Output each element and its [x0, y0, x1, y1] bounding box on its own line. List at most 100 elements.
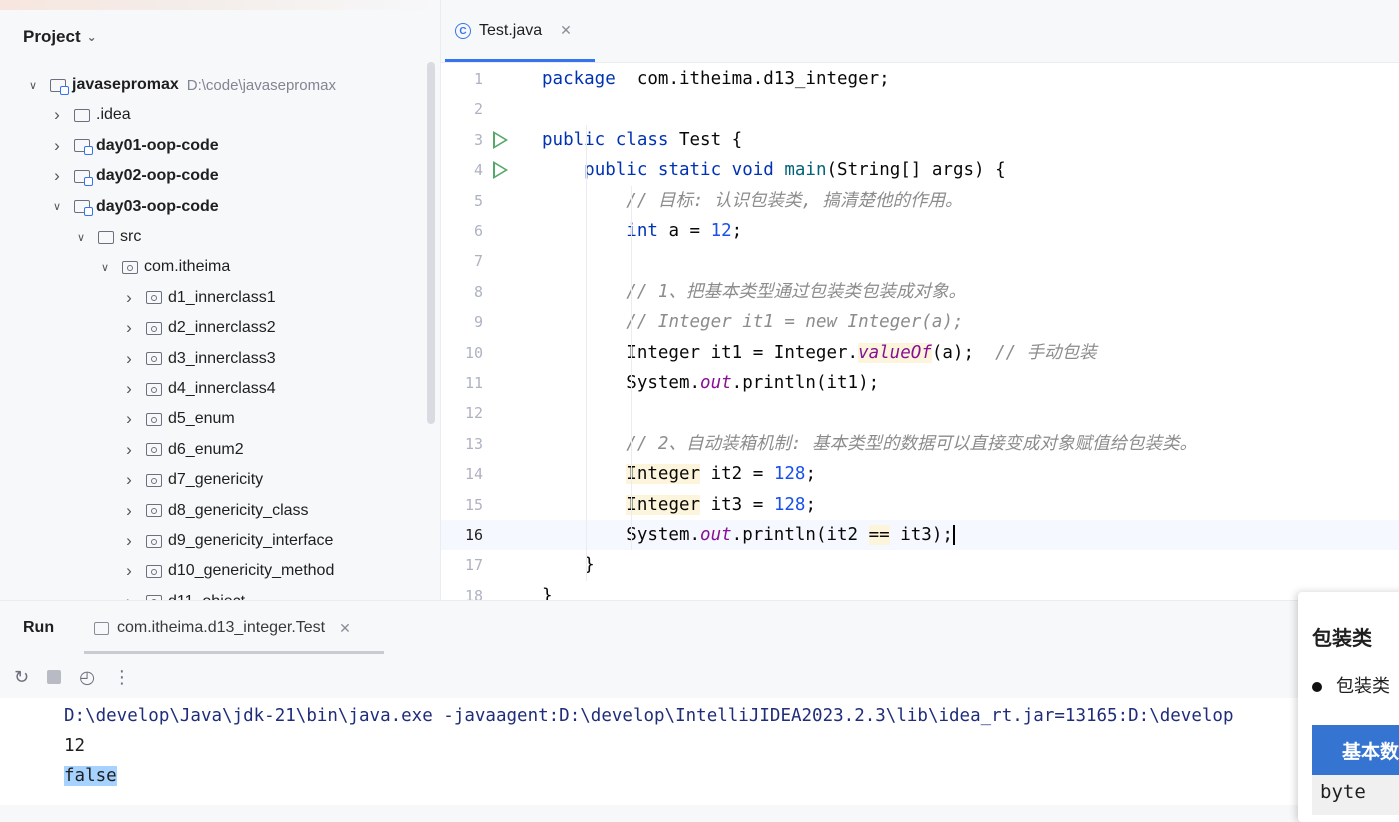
code-text: int a = 12; [542, 216, 742, 246]
chevron-right-icon[interactable]: › [122, 470, 136, 490]
tree-item-label: d2_innerclass2 [168, 319, 276, 337]
tree-item-label: day01-oop-code [96, 136, 219, 154]
chevron-right-icon[interactable]: › [122, 531, 136, 551]
package-icon [146, 352, 162, 366]
tab-test-java[interactable]: C Test.java ✕ [455, 22, 572, 62]
project-tree-scrollbar[interactable] [427, 62, 435, 424]
run-config-tab[interactable]: com.itheima.d13_integer.Test ✕ [94, 619, 351, 637]
rerun-icon[interactable]: ↻ [14, 667, 29, 688]
code-text: System.out.println(it2 == it3); [542, 520, 955, 550]
chevron-right-icon[interactable]: › [122, 440, 136, 460]
console-output[interactable]: D:\develop\Java\jdk-21\bin\java.exe -jav… [0, 698, 1300, 805]
overlay-cell-text: byte [1320, 781, 1366, 803]
chevron-right-icon[interactable]: › [50, 166, 64, 186]
chevron-right-icon[interactable]: › [122, 592, 136, 600]
code-text: Integer it3 = 128; [542, 490, 816, 520]
project-view-selector[interactable]: Project ⌄ [23, 27, 97, 47]
chevron-right-icon[interactable]: › [122, 409, 136, 429]
code-token: == [868, 525, 890, 545]
chevron-down-icon[interactable]: ∨ [50, 200, 64, 213]
package-icon [146, 564, 162, 578]
project-title: Project [23, 27, 81, 46]
code-token: // 手动包装 [995, 342, 1097, 363]
run-toolbar: ↻ ◴ ⋮ [14, 665, 131, 689]
close-tab-icon[interactable]: ✕ [560, 22, 572, 39]
chevron-down-icon[interactable]: ∨ [98, 261, 112, 274]
module-folder-icon [74, 200, 93, 217]
code-line: 5 // 目标: 认识包装类, 搞清楚他的作用。 [441, 186, 1399, 216]
code-token: } [542, 585, 553, 600]
code-token: 128 [773, 464, 806, 485]
chevron-right-icon[interactable]: › [122, 349, 136, 369]
chevron-right-icon[interactable]: › [122, 318, 136, 338]
tree-item[interactable]: › .idea [50, 100, 131, 130]
close-run-tab-icon[interactable]: ✕ [339, 620, 351, 637]
line-number: 17 [464, 556, 483, 575]
tree-item-label: .idea [96, 106, 131, 124]
tree-item[interactable]: › d10_genericity_method [122, 556, 334, 586]
code-line: 18} [441, 581, 1399, 600]
code-line: 11 System.out.println(it1); [441, 368, 1399, 398]
line-number: 7 [473, 252, 483, 271]
line-number: 5 [473, 191, 483, 210]
code-line: 17 } [441, 550, 1399, 580]
tree-item-label: d1_innerclass1 [168, 288, 276, 306]
chevron-right-icon[interactable]: › [122, 561, 136, 581]
tree-item[interactable]: › d4_innerclass4 [122, 374, 275, 404]
tree-item[interactable]: › d11_object [122, 587, 245, 600]
line-number: 3 [473, 130, 483, 149]
tree-item[interactable]: › d5_enum [122, 404, 235, 434]
code-token: valueOf [858, 342, 932, 363]
chevron-right-icon[interactable]: › [122, 501, 136, 521]
code-line: 14 Integer it2 = 128; [441, 459, 1399, 489]
package-icon [146, 291, 162, 305]
stop-icon[interactable] [47, 670, 62, 684]
code-token: ; [731, 221, 743, 241]
code-text: } [542, 581, 553, 600]
run-title: Run [23, 619, 55, 636]
tree-item[interactable]: › day01-oop-code [50, 131, 219, 161]
line-number: 1 [473, 70, 483, 88]
line-number: 16 [464, 526, 483, 544]
code-text: Integer it2 = 128; [542, 459, 816, 489]
chevron-right-icon[interactable]: › [50, 136, 64, 156]
package-icon [146, 321, 162, 335]
run-tool-window: Run com.itheima.d13_integer.Test ✕ ↻ ◴ ⋮… [0, 600, 1399, 805]
tree-item[interactable]: › d7_genericity [122, 465, 263, 495]
tree-item-label: src [120, 228, 142, 245]
tree-item[interactable]: › d3_innerclass3 [122, 344, 275, 374]
run-gutter-icon[interactable] [493, 161, 508, 180]
chevron-down-icon[interactable]: ∨ [74, 231, 88, 244]
project-panel: Project ⌄ ∨ javasepromax D:\code\javasepro… [0, 0, 440, 600]
chevron-down-icon[interactable]: ⌄ [87, 30, 97, 44]
code-token: (a); [931, 342, 996, 363]
tree-item[interactable]: › day02-oop-code [50, 161, 219, 191]
code-token: // 目标: 认识包装类, 搞清楚他的作用。 [626, 190, 963, 211]
module-folder-icon [74, 169, 93, 186]
tree-item[interactable]: ∨ src [74, 222, 141, 252]
line-number: 9 [473, 313, 483, 332]
tree-item[interactable]: › d1_innerclass1 [122, 283, 276, 313]
tree-item[interactable]: ∨ com.itheima [98, 252, 230, 282]
line-number: 18 [464, 586, 483, 600]
chevron-down-icon[interactable]: ∨ [26, 79, 40, 92]
tree-item[interactable]: › d9_genericity_interface [122, 526, 333, 556]
tree-item[interactable]: › d2_innerclass2 [122, 313, 276, 343]
code-text: // 目标: 认识包装类, 搞清楚他的作用。 [542, 186, 963, 216]
chevron-right-icon[interactable]: › [122, 288, 136, 308]
chevron-right-icon[interactable]: › [122, 379, 136, 399]
tree-item[interactable]: ∨ javasepromax D:\code\javasepromax [26, 70, 336, 100]
code-token: it3 = [700, 494, 774, 515]
tree-item[interactable]: › d8_genericity_class [122, 496, 308, 526]
tree-item[interactable]: › d6_enum2 [122, 435, 243, 465]
more-icon[interactable]: ⋮ [113, 667, 131, 688]
run-gutter-icon[interactable] [493, 130, 508, 149]
code-token: // 1、把基本类型通过包装类包装成对象。 [626, 281, 966, 302]
chevron-right-icon[interactable]: › [50, 105, 64, 125]
package-icon [122, 260, 138, 274]
gauge-icon[interactable]: ◴ [79, 667, 95, 688]
tree-item[interactable]: ∨ day03-oop-code [50, 192, 219, 222]
